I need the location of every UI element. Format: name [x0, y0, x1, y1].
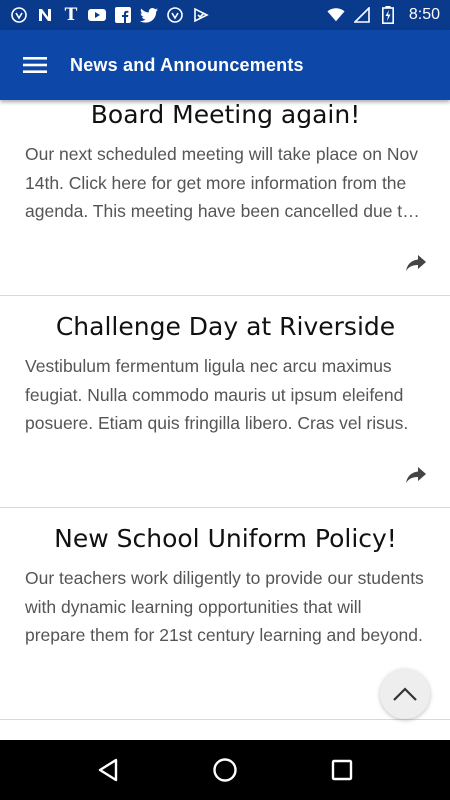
wifi-icon — [327, 6, 345, 24]
battery-charging-icon — [379, 6, 397, 24]
article-title[interactable]: Challenge Day at Riverside — [25, 310, 426, 344]
home-circle-icon — [213, 758, 237, 782]
twitter-icon — [140, 6, 158, 24]
youtube-icon — [88, 6, 106, 24]
notification-icons: T — [10, 6, 210, 24]
share-button[interactable] — [404, 463, 428, 487]
home-button[interactable] — [205, 750, 245, 790]
article-summary[interactable]: Our next scheduled meeting will take pla… — [25, 140, 426, 226]
recents-square-icon — [331, 759, 352, 781]
article-card[interactable]: Challenge Day at Riverside Vestibulum fe… — [0, 296, 450, 508]
status-time: 8:50 — [408, 6, 440, 23]
article-title[interactable]: Board Meeting again! — [25, 100, 426, 132]
menu-button[interactable] — [0, 30, 70, 100]
checkmark-icon — [192, 6, 210, 24]
article-title[interactable]: New School Uniform Policy! — [25, 522, 426, 556]
chevron-up-icon — [393, 687, 417, 701]
share-button[interactable] — [404, 251, 428, 275]
back-button[interactable] — [88, 750, 128, 790]
back-triangle-icon — [99, 758, 118, 782]
article-summary[interactable]: Our teachers work diligently to provide … — [25, 564, 426, 650]
shield-icon — [166, 6, 184, 24]
scroll-to-top-button[interactable] — [380, 669, 430, 719]
article-card[interactable]: Board Meeting again! Our next scheduled … — [0, 100, 450, 296]
page-title: News and Announcements — [70, 54, 304, 75]
status-bar: T 8:50 — [0, 0, 450, 30]
signal-icon — [353, 6, 371, 24]
facebook-icon — [114, 6, 132, 24]
shield-icon — [10, 6, 28, 24]
nytimes-icon: T — [64, 4, 78, 25]
recents-button[interactable] — [322, 750, 362, 790]
article-summary[interactable]: Vestibulum fermentum ligula nec arcu max… — [25, 352, 426, 438]
hamburger-menu-icon — [23, 57, 47, 73]
n-icon — [36, 6, 54, 24]
system-nav-bar — [0, 740, 450, 800]
news-list[interactable]: Board Meeting again! Our next scheduled … — [0, 100, 450, 740]
share-arrow-icon — [406, 255, 426, 271]
app-bar: News and Announcements — [0, 30, 450, 100]
system-icons: 8:50 — [327, 6, 440, 24]
share-arrow-icon — [406, 467, 426, 483]
